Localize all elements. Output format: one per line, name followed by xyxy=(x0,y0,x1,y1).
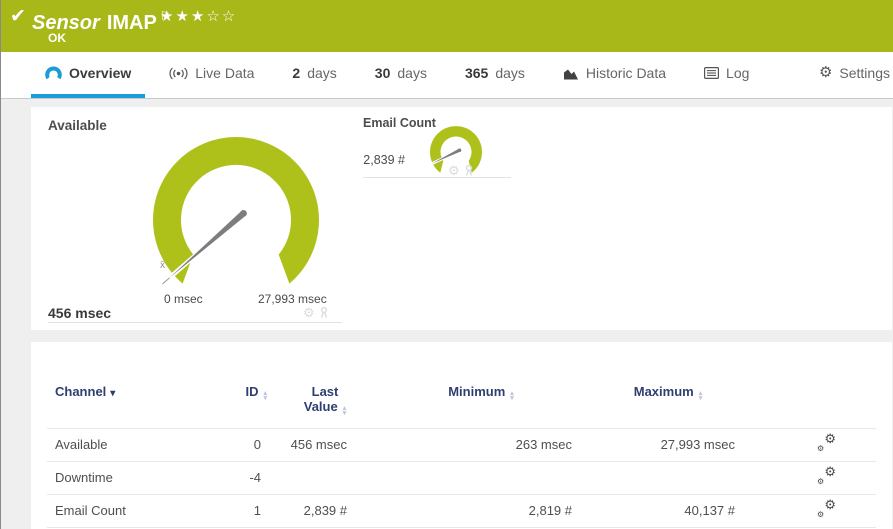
tab-2-days-unit: days xyxy=(307,65,337,81)
column-header-id-label: ID xyxy=(245,384,259,399)
tab-2-days[interactable]: 2 days xyxy=(278,52,350,98)
tab-log-label: Log xyxy=(726,65,750,81)
channel-minimum: 263 msec xyxy=(375,427,587,461)
tab-365-days[interactable]: 365 days xyxy=(451,52,539,98)
column-header-value-label: Value xyxy=(303,399,338,414)
tab-overview[interactable]: Overview xyxy=(31,52,146,98)
gauge-available-value: 456 msec xyxy=(48,305,112,321)
gear-icon: ⚙ xyxy=(824,431,836,446)
sensor-name: IMAP xyxy=(106,12,157,34)
channel-id: -4 xyxy=(225,460,275,494)
sort-icon: ▴ ▾ xyxy=(698,390,703,402)
channel-settings-button[interactable]: ⚙ ⚙ xyxy=(817,497,836,519)
tab-365-days-unit: days xyxy=(495,65,525,81)
gauge-email-value: 2,839 # xyxy=(363,153,405,167)
historic-chart-icon xyxy=(563,67,579,80)
channel-id: 0 xyxy=(225,427,275,461)
sensor-header: ✔ Sensor IMAP ⚐ ★★★☆☆ OK xyxy=(1,0,893,52)
tab-bar: Overview Live Data 2 days 30 days 365 da… xyxy=(1,52,893,99)
column-header-id[interactable]: ID ▴ ▾ xyxy=(225,376,275,428)
channel-table-panel: Channel ▾ ID ▴ ▾ Last Value ▴ ▾ Minimum ▴ ▾ xyxy=(31,342,892,529)
tab-overview-label: Overview xyxy=(69,65,132,81)
channel-last-value: 456 msec xyxy=(275,427,375,461)
log-list-icon xyxy=(704,67,720,79)
gauge-available-title: Available xyxy=(48,118,107,133)
tab-30-days-number: 30 xyxy=(374,65,391,81)
tab-2-days-number: 2 xyxy=(292,65,301,81)
table-row-available: Available 0 456 msec 263 msec 27,993 mse… xyxy=(47,427,876,461)
gauges-panel: Available x̄ 0 msec 27,993 msec 456 msec… xyxy=(31,107,892,330)
gauge-available-max-label: 27,993 msec xyxy=(258,292,327,306)
channel-maximum: 40,137 # xyxy=(587,493,749,528)
tab-30-days[interactable]: 30 days xyxy=(361,52,441,98)
tab-settings-label: Settings xyxy=(839,65,890,81)
gauge-available[interactable] xyxy=(146,130,331,300)
channel-name: Downtime xyxy=(47,460,225,494)
priority-stars[interactable]: ★★★☆☆ xyxy=(160,7,237,25)
column-header-minimum-label: Minimum xyxy=(448,384,506,399)
channel-id: 1 xyxy=(225,493,275,528)
gauge-gear-icon[interactable]: ⚙ xyxy=(303,306,315,319)
gauge-available-hover-tools[interactable]: ⚙ xyxy=(303,306,330,319)
channel-minimum xyxy=(375,460,587,494)
table-row-email-count: Email Count 1 2,839 # 2,819 # 40,137 # ⚙… xyxy=(47,493,876,528)
gear-icon: ⚙ xyxy=(824,464,836,479)
sort-desc-icon: ▾ xyxy=(110,388,116,399)
sort-icon: ▴ ▾ xyxy=(263,390,267,402)
channel-name: Email Count xyxy=(47,493,225,528)
gauge-available-min-label: 0 msec xyxy=(164,292,203,306)
channel-maximum xyxy=(587,460,749,494)
channel-last-value: 2,839 # xyxy=(275,493,375,528)
sort-icon: ▴ ▾ xyxy=(342,405,347,417)
channel-last-value xyxy=(275,460,375,494)
gauge-gear-icon[interactable]: ⚙ xyxy=(448,164,460,177)
status-check-icon: ✔ xyxy=(10,6,26,27)
tab-live-data[interactable]: Live Data xyxy=(155,52,268,98)
channel-settings-button[interactable]: ⚙ ⚙ xyxy=(817,431,836,453)
tab-historic-data-label: Historic Data xyxy=(585,65,667,81)
gauge-email-title: Email Count xyxy=(363,116,436,130)
column-header-minimum[interactable]: Minimum ▴ ▾ xyxy=(375,376,587,428)
tab-historic-data[interactable]: Historic Data xyxy=(549,52,680,98)
gear-icon: ⚙ xyxy=(824,497,836,512)
sort-icon: ▴ ▾ xyxy=(510,390,514,402)
content-area: Available x̄ 0 msec 27,993 msec 456 msec… xyxy=(1,99,893,529)
gauge-icon xyxy=(45,66,62,80)
tab-live-data-label: Live Data xyxy=(195,65,255,81)
column-header-channel[interactable]: Channel ▾ xyxy=(47,376,225,428)
column-header-last-label: Last xyxy=(311,384,339,399)
column-header-last-value[interactable]: Last Value ▴ ▾ xyxy=(275,376,375,428)
gear-small-icon: ⚙ xyxy=(817,510,825,519)
tab-settings[interactable]: ⚙ Settings xyxy=(805,52,893,98)
column-header-maximum[interactable]: Maximum ▴ ▾ xyxy=(587,376,749,428)
live-data-icon xyxy=(169,67,188,80)
gauge-email-hover-tools[interactable]: ⚙ xyxy=(448,164,475,177)
settings-gear-icon: ⚙ xyxy=(818,64,833,81)
sensor-page: ✔ Sensor IMAP ⚐ ★★★☆☆ OK Overview Live Dat… xyxy=(0,0,893,529)
channel-maximum: 27,993 msec xyxy=(587,427,749,461)
gear-small-icon: ⚙ xyxy=(817,477,825,486)
table-row-downtime: Downtime -4 ⚙ ⚙ xyxy=(47,460,876,494)
tab-365-days-number: 365 xyxy=(464,65,489,81)
column-header-channel-label: Channel xyxy=(55,384,107,399)
status-badge: OK xyxy=(48,31,66,45)
column-header-maximum-label: Maximum xyxy=(633,384,694,399)
table-header-row: Channel ▾ ID ▴ ▾ Last Value ▴ ▾ Minimum ▴ ▾ xyxy=(47,376,876,428)
tab-30-days-unit: days xyxy=(397,65,427,81)
gear-small-icon: ⚙ xyxy=(817,444,825,453)
column-header-actions xyxy=(749,376,876,428)
gauge-pin-icon[interactable] xyxy=(318,306,330,319)
gauge-pin-icon[interactable] xyxy=(463,164,475,177)
channel-minimum: 2,819 # xyxy=(375,493,587,528)
channel-table: Channel ▾ ID ▴ ▾ Last Value ▴ ▾ Minimum ▴ ▾ xyxy=(47,376,876,528)
channel-settings-button[interactable]: ⚙ ⚙ xyxy=(817,464,836,486)
gauge-average-marker: x̄ xyxy=(160,260,165,271)
gauge-available-divider xyxy=(48,322,342,323)
tab-log[interactable]: Log xyxy=(690,52,763,98)
gauge-email-divider xyxy=(363,177,511,178)
channel-name: Available xyxy=(47,427,225,461)
